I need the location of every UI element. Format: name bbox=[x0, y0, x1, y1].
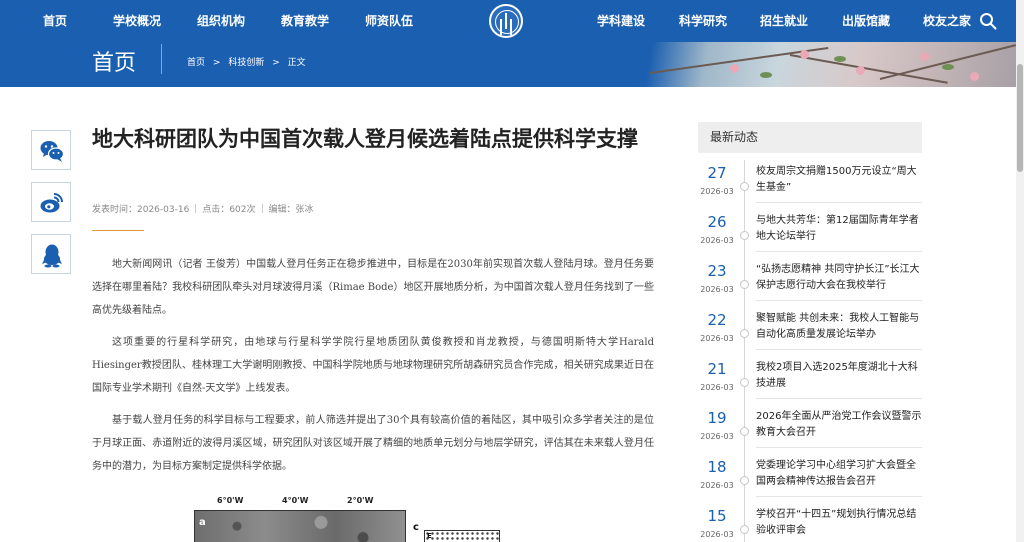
breadcrumb-separator: > bbox=[212, 58, 221, 68]
news-item[interactable]: 27 2026-03 校友周宗文捐赠1500万元设立“周大生基金” bbox=[700, 162, 922, 211]
news-title[interactable]: 与地大共芳华：第12届国际青年学者地大论坛举行 bbox=[756, 213, 922, 245]
timeline-dot bbox=[740, 280, 749, 289]
news-title[interactable]: “弘扬志愿精神 共同守护长江”长江大保护志愿行动大会在我校举行 bbox=[756, 262, 922, 294]
nav-disciplines[interactable]: 学科建设 bbox=[597, 0, 645, 42]
article-title: 地大科研团队为中国首次载人登月候选着陆点提供科学支撑 bbox=[92, 127, 638, 151]
news-divider bbox=[756, 496, 922, 497]
news-month: 2026-03 bbox=[700, 236, 734, 245]
timeline-dot bbox=[740, 427, 749, 436]
news-day: 21 bbox=[707, 360, 727, 378]
timeline-dot bbox=[740, 329, 749, 338]
news-title[interactable]: 党委理论学习中心组学习扩大会暨全国两会精神传达报告会召开 bbox=[756, 458, 922, 490]
timeline-dot bbox=[740, 231, 749, 240]
news-title[interactable]: 校友周宗文捐赠1500万元设立“周大生基金” bbox=[756, 164, 922, 196]
news-item[interactable]: 22 2026-03 聚智赋能 共创未来：我校人工智能与自动化高质量发展论坛举办 bbox=[700, 309, 922, 358]
news-divider bbox=[756, 447, 922, 448]
news-item[interactable]: 23 2026-03 “弘扬志愿精神 共同守护长江”长江大保护志愿行动大会在我校… bbox=[700, 260, 922, 309]
figure-panel-a: a bbox=[194, 510, 406, 542]
figure-panel-label: a bbox=[199, 517, 206, 528]
click-count: 点击：602次 bbox=[202, 205, 256, 215]
nav-home[interactable]: 首页 bbox=[43, 0, 67, 42]
news-day: 15 bbox=[707, 507, 727, 525]
news-item[interactable]: 15 2026-03 学校召开“十四五”规划执行情况总结验收评审会 bbox=[700, 505, 922, 542]
nav-organization[interactable]: 组织机构 bbox=[197, 0, 245, 42]
timeline-dot bbox=[740, 476, 749, 485]
news-month: 2026-03 bbox=[700, 383, 734, 392]
news-day: 22 bbox=[707, 311, 727, 329]
nav-about[interactable]: 学校概况 bbox=[113, 0, 161, 42]
page-banner bbox=[0, 42, 1016, 87]
news-divider bbox=[756, 300, 922, 301]
news-month: 2026-03 bbox=[700, 334, 734, 343]
news-day: 18 bbox=[707, 458, 727, 476]
nav-education[interactable]: 教育教学 bbox=[281, 0, 329, 42]
news-divider bbox=[756, 202, 922, 203]
breadcrumb: 首页 > 科技创新 > 正文 bbox=[187, 56, 311, 70]
figure-tick-label: 6°0'W bbox=[217, 496, 244, 505]
news-item[interactable]: 21 2026-03 我校2项目入选2025年度湖北十大科技进展 bbox=[700, 358, 922, 407]
news-item[interactable]: 18 2026-03 党委理论学习中心组学习扩大会暨全国两会精神传达报告会召开 bbox=[700, 456, 922, 505]
share-weibo-button[interactable] bbox=[31, 182, 71, 222]
breadcrumb-separator: > bbox=[272, 58, 280, 68]
latest-news-heading: 最新动态 bbox=[698, 122, 922, 153]
news-item[interactable]: 19 2026-03 2026年全面从严治党工作会议暨警示教育大会召开 bbox=[700, 407, 922, 456]
breadcrumb-current: 正文 bbox=[287, 58, 306, 68]
news-title[interactable]: 我校2项目入选2025年度湖北十大科技进展 bbox=[756, 360, 922, 392]
timeline-dot bbox=[740, 525, 749, 534]
search-icon[interactable] bbox=[979, 12, 997, 30]
news-title[interactable]: 学校召开“十四五”规划执行情况总结验收评审会 bbox=[756, 507, 922, 539]
article-meta: 发表时间：2026-03-16 点击：602次 编辑：张冰 bbox=[92, 204, 314, 216]
publish-time: 发表时间：2026-03-16 bbox=[92, 205, 190, 215]
wechat-icon bbox=[40, 141, 65, 162]
news-month: 2026-03 bbox=[700, 481, 734, 490]
banner-divider bbox=[161, 44, 162, 74]
news-title[interactable]: 聚智赋能 共创未来：我校人工智能与自动化高质量发展论坛举办 bbox=[756, 311, 922, 343]
title-divider bbox=[92, 230, 144, 231]
section-title: 首页 bbox=[92, 51, 137, 76]
article-paragraph: 地大新闻网讯（记者 王俊芳）中国载人登月任务正在稳步推进中，目标是在2030年前… bbox=[92, 259, 654, 316]
share-wechat-button[interactable] bbox=[31, 130, 71, 170]
news-month: 2026-03 bbox=[700, 432, 734, 441]
figure-tick-label: 2°0'W bbox=[347, 496, 374, 505]
news-divider bbox=[756, 251, 922, 252]
nav-alumni[interactable]: 校友之家 bbox=[923, 0, 971, 42]
timeline-dot bbox=[740, 378, 749, 387]
banner-photo bbox=[620, 42, 1016, 87]
share-qq-button[interactable] bbox=[31, 234, 71, 274]
breadcrumb-category[interactable]: 科技创新 bbox=[228, 58, 264, 68]
news-divider bbox=[756, 398, 922, 399]
figure-panel-label: c bbox=[413, 522, 419, 533]
nav-publishing[interactable]: 出版馆藏 bbox=[842, 0, 890, 42]
weibo-icon bbox=[40, 193, 63, 213]
breadcrumb-home[interactable]: 首页 bbox=[187, 58, 205, 68]
editor-name: 编辑：张冰 bbox=[268, 205, 314, 215]
figure-panel-c bbox=[424, 530, 500, 542]
qq-icon bbox=[42, 244, 62, 268]
news-title[interactable]: 2026年全面从严治党工作会议暨警示教育大会召开 bbox=[756, 409, 922, 441]
news-day: 26 bbox=[707, 213, 727, 231]
university-logo[interactable] bbox=[489, 4, 523, 38]
news-divider bbox=[756, 349, 922, 350]
nav-admissions[interactable]: 招生就业 bbox=[760, 0, 808, 42]
article-paragraph: 基于载人登月任务的科学目标与工程要求，前人筛选并提出了30个具有较高价值的着陆区… bbox=[92, 415, 654, 472]
nav-faculty[interactable]: 师资队伍 bbox=[365, 0, 413, 42]
news-day: 27 bbox=[707, 164, 727, 182]
figure-tick-label: 4°0'W bbox=[282, 496, 309, 505]
nav-research[interactable]: 科学研究 bbox=[679, 0, 727, 42]
scrollbar-thumb[interactable] bbox=[1017, 64, 1023, 172]
news-day: 23 bbox=[707, 262, 727, 280]
news-day: 19 bbox=[707, 409, 727, 427]
news-month: 2026-03 bbox=[700, 285, 734, 294]
article-paragraph: 这项重要的行星科学研究，由地球与行星科学学院行星地质团队黄俊教授和肖龙教授，与德… bbox=[92, 337, 654, 394]
figure-panel-sublabel: E bbox=[427, 532, 432, 540]
top-navigation: 首页 学校概况 组织机构 教育教学 师资队伍 学科建设 科学研究 招生就业 出版… bbox=[0, 0, 1016, 42]
news-month: 2026-03 bbox=[700, 187, 734, 196]
timeline-dot bbox=[740, 182, 749, 191]
news-item[interactable]: 26 2026-03 与地大共芳华：第12届国际青年学者地大论坛举行 bbox=[700, 211, 922, 260]
news-month: 2026-03 bbox=[700, 530, 734, 539]
